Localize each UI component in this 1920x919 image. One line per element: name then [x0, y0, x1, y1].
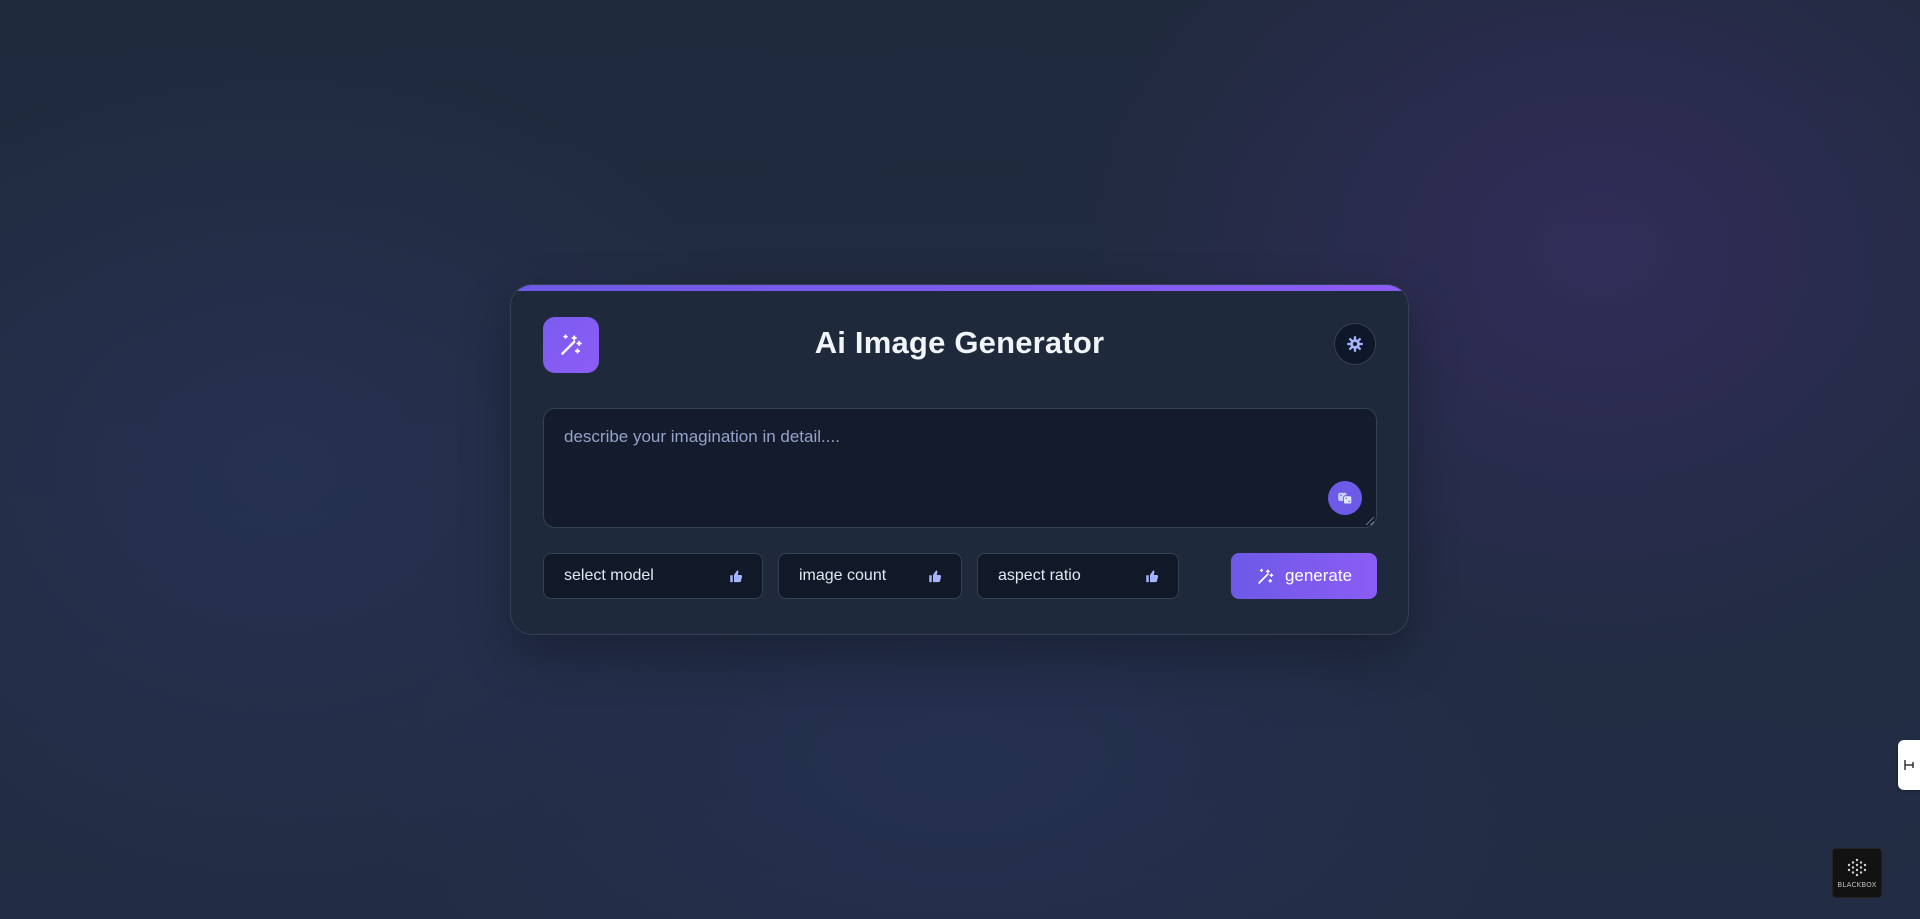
thumbs-up-icon — [730, 569, 743, 582]
model-select[interactable]: select model — [543, 553, 763, 599]
page-title: Ai Image Generator — [814, 325, 1105, 360]
generator-card: Ai Image Generator describe your imagina… — [510, 284, 1409, 635]
gear-icon — [1347, 336, 1363, 352]
resize-handle[interactable] — [1366, 517, 1374, 525]
blackbox-badge-label: BLACKBOX — [1837, 881, 1877, 889]
side-panel-tab[interactable] — [1898, 740, 1920, 790]
collapse-icon — [1904, 760, 1914, 770]
aspect-ratio-select[interactable]: aspect ratio — [977, 553, 1179, 599]
magic-wand-icon — [561, 334, 582, 355]
image-count-select-label: image count — [799, 567, 887, 584]
prompt-input[interactable] — [544, 409, 1376, 527]
blackbox-badge[interactable]: BLACKBOX — [1832, 848, 1882, 898]
aspect-ratio-select-label: aspect ratio — [998, 567, 1081, 584]
generate-button-label: generate — [1284, 566, 1353, 585]
thumbs-up-icon — [1146, 569, 1159, 582]
random-prompt-button[interactable] — [1328, 481, 1362, 515]
magic-wand-icon — [1258, 568, 1274, 584]
image-count-select[interactable]: image count — [778, 553, 962, 599]
theme-toggle-button[interactable] — [1334, 323, 1376, 365]
model-select-label: select model — [564, 567, 654, 584]
blackbox-logo-icon — [1847, 858, 1867, 877]
generate-button[interactable]: generate — [1231, 553, 1377, 599]
thumbs-up-icon — [929, 569, 942, 582]
logo — [543, 317, 599, 373]
prompt-box — [543, 408, 1377, 528]
dice-icon — [1338, 492, 1353, 505]
card-accent-bar — [511, 285, 1408, 291]
